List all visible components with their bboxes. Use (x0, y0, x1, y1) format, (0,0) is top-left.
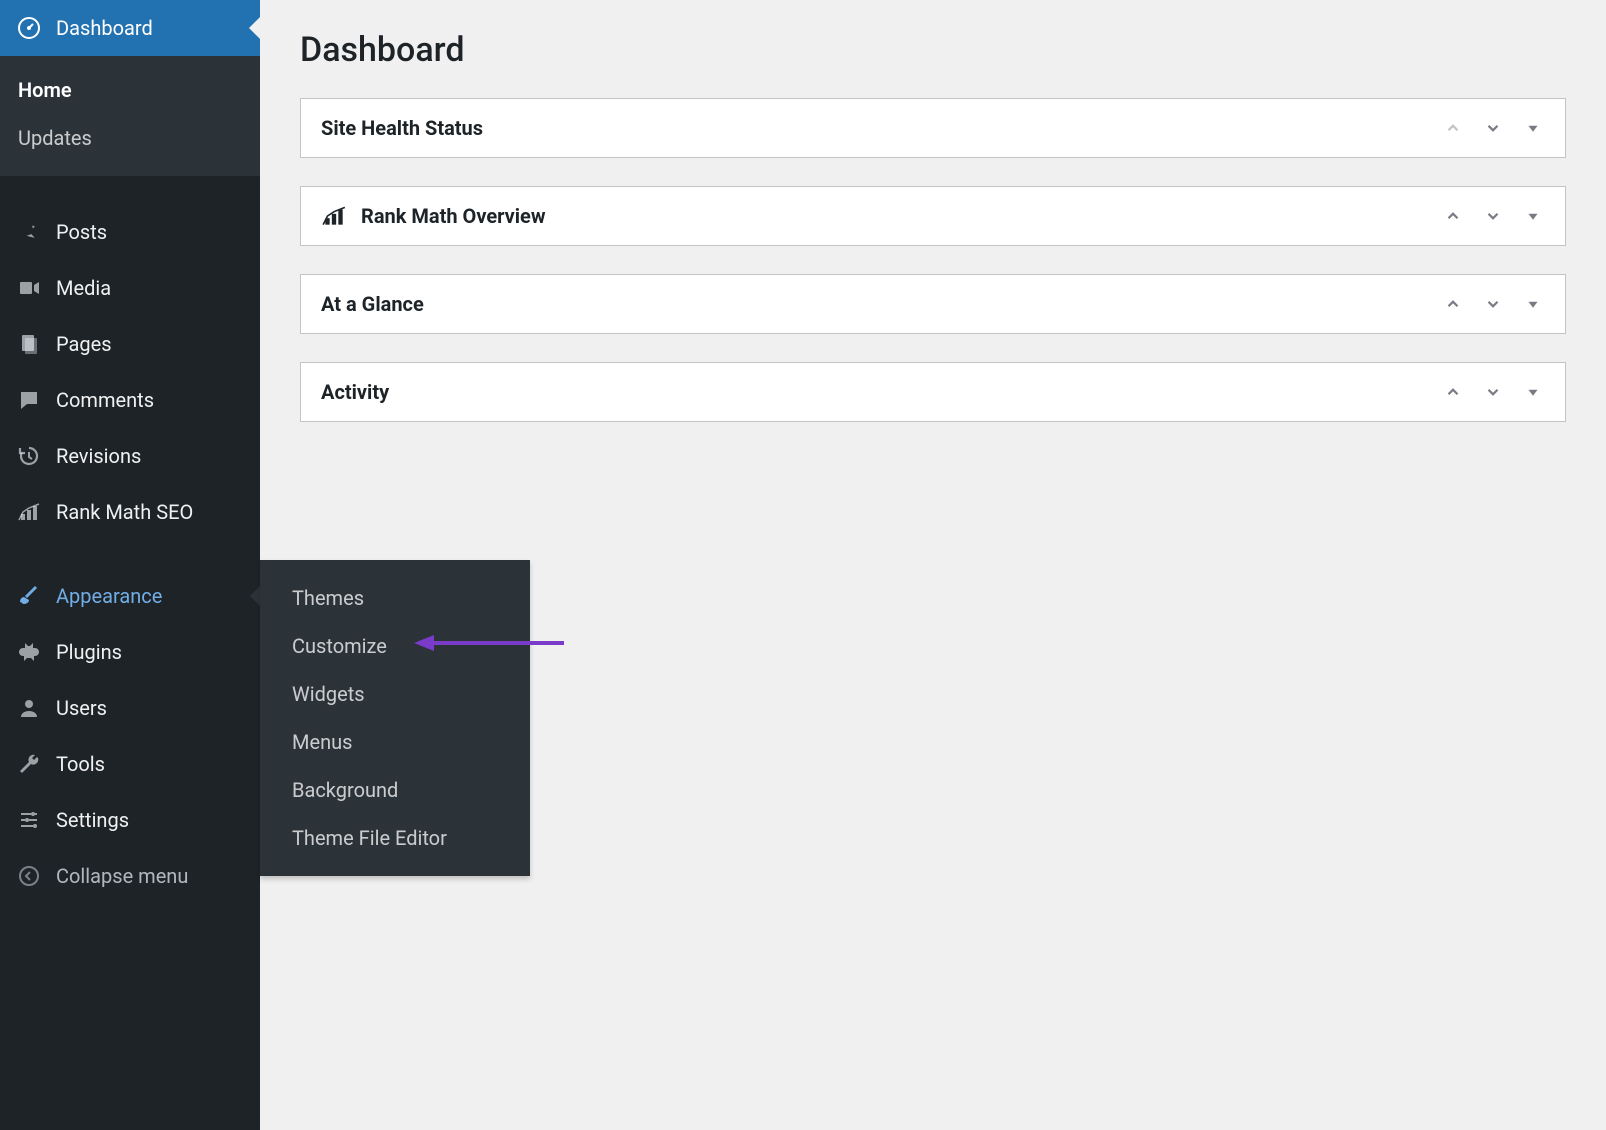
sidebar-item-collapse[interactable]: Collapse menu (0, 848, 260, 904)
widget-title: Site Health Status (321, 116, 483, 140)
sidebar-item-posts[interactable]: Posts (0, 204, 260, 260)
sidebar-item-dashboard[interactable]: Dashboard (0, 0, 260, 56)
plugin-icon (16, 639, 42, 665)
widget-controls (1441, 204, 1545, 228)
brush-icon (16, 583, 42, 609)
revisions-icon (16, 443, 42, 469)
submenu-updates[interactable]: Updates (0, 114, 260, 162)
widget-title: Rank Math Overview (321, 203, 546, 229)
sidebar-item-users[interactable]: Users (0, 680, 260, 736)
widget-title: At a Glance (321, 292, 424, 316)
submenu-home[interactable]: Home (0, 66, 260, 114)
sidebar-item-label: Comments (56, 388, 154, 412)
dashboard-submenu: Home Updates (0, 56, 260, 176)
sidebar-item-label: Pages (56, 332, 112, 356)
sidebar-item-tools[interactable]: Tools (0, 736, 260, 792)
sidebar-item-comments[interactable]: Comments (0, 372, 260, 428)
widget-at-a-glance: At a Glance (300, 274, 1566, 334)
sidebar-item-label: Dashboard (56, 16, 153, 40)
sidebar-item-label: Rank Math SEO (56, 500, 193, 524)
sidebar-item-revisions[interactable]: Revisions (0, 428, 260, 484)
appearance-flyout: Themes Customize Widgets Menus Backgroun… (260, 560, 530, 876)
flyout-widgets[interactable]: Widgets (260, 670, 530, 718)
flyout-themes[interactable]: Themes (260, 574, 530, 622)
toggle-icon[interactable] (1521, 116, 1545, 140)
sidebar-item-label: Revisions (56, 444, 141, 468)
widget-title: Activity (321, 380, 389, 404)
toggle-icon[interactable] (1521, 380, 1545, 404)
sidebar-item-label: Posts (56, 220, 107, 244)
user-icon (16, 695, 42, 721)
pin-icon (16, 219, 42, 245)
sidebar-item-label: Users (56, 696, 107, 720)
move-up-icon[interactable] (1441, 380, 1465, 404)
toggle-icon[interactable] (1521, 204, 1545, 228)
widget-rank-math-overview: Rank Math Overview (300, 186, 1566, 246)
sidebar-item-media[interactable]: Media (0, 260, 260, 316)
sidebar-item-label: Media (56, 276, 111, 300)
sidebar-item-label: Tools (56, 752, 105, 776)
move-down-icon[interactable] (1481, 292, 1505, 316)
sidebar-item-label: Plugins (56, 640, 122, 664)
sidebar-item-appearance[interactable]: Appearance (0, 568, 260, 624)
widget-controls (1441, 116, 1545, 140)
widget-controls (1441, 380, 1545, 404)
sidebar-item-rank-math-seo[interactable]: Rank Math SEO (0, 484, 260, 540)
flyout-theme-file-editor[interactable]: Theme File Editor (260, 814, 530, 862)
sidebar-item-label: Appearance (56, 584, 162, 608)
page-title: Dashboard (300, 30, 1566, 70)
move-up-icon[interactable] (1441, 292, 1465, 316)
sidebar-item-pages[interactable]: Pages (0, 316, 260, 372)
move-down-icon[interactable] (1481, 116, 1505, 140)
move-up-icon[interactable] (1441, 116, 1465, 140)
chart-icon (321, 203, 347, 229)
flyout-customize[interactable]: Customize (260, 622, 530, 670)
toggle-icon[interactable] (1521, 292, 1545, 316)
widget-activity: Activity (300, 362, 1566, 422)
sidebar-item-plugins[interactable]: Plugins (0, 624, 260, 680)
dashboard-icon (16, 15, 42, 41)
widget-site-health: Site Health Status (300, 98, 1566, 158)
move-up-icon[interactable] (1441, 204, 1465, 228)
widget-controls (1441, 292, 1545, 316)
collapse-icon (16, 863, 42, 889)
flyout-menus[interactable]: Menus (260, 718, 530, 766)
media-icon (16, 275, 42, 301)
sidebar-item-label: Settings (56, 808, 129, 832)
sidebar-item-settings[interactable]: Settings (0, 792, 260, 848)
move-down-icon[interactable] (1481, 204, 1505, 228)
flyout-background[interactable]: Background (260, 766, 530, 814)
chart-icon (16, 499, 42, 525)
wrench-icon (16, 751, 42, 777)
comments-icon (16, 387, 42, 413)
sidebar-item-label: Collapse menu (56, 864, 188, 888)
move-down-icon[interactable] (1481, 380, 1505, 404)
admin-sidebar: Dashboard Home Updates Posts Media Pages… (0, 0, 260, 1130)
pages-icon (16, 331, 42, 357)
sliders-icon (16, 807, 42, 833)
main-content: Dashboard Site Health Status Rank Math O… (260, 0, 1606, 480)
